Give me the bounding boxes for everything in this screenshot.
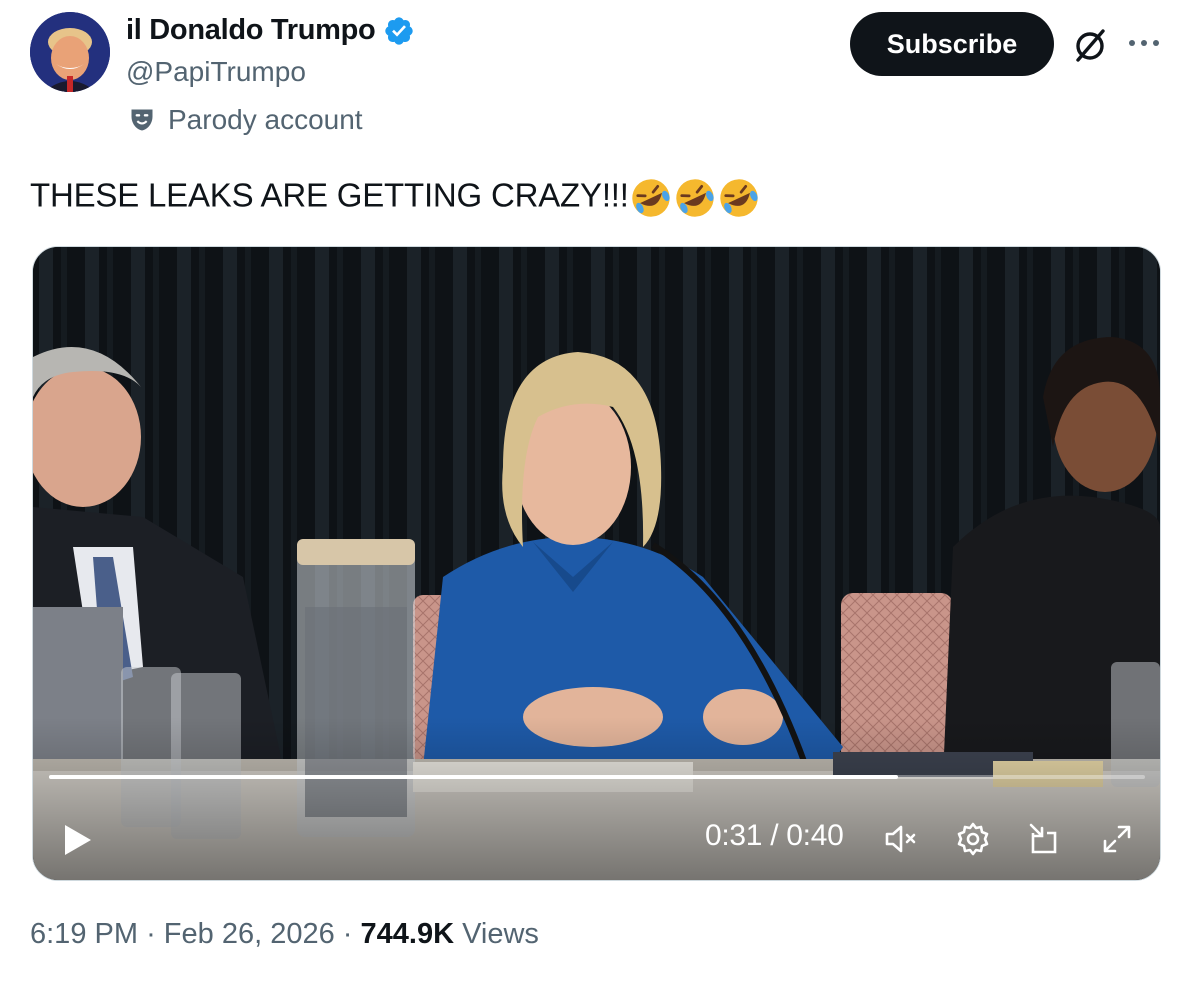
- tweet-body: THESE LEAKS ARE GETTING CRAZY!!!: [30, 176, 629, 214]
- grok-icon[interactable]: [1068, 24, 1112, 68]
- parody-label: Parody account: [128, 104, 363, 136]
- fullscreen-icon[interactable]: [1097, 819, 1137, 859]
- handle[interactable]: @PapiTrumpo: [126, 56, 306, 88]
- video-player[interactable]: 0:31 / 0:40: [32, 246, 1161, 881]
- parody-text: Parody account: [168, 104, 363, 135]
- views-count: 744.9K: [360, 918, 455, 950]
- subscribe-button[interactable]: Subscribe: [850, 12, 1054, 76]
- rofl-emoji-icon: [632, 179, 670, 217]
- picture-in-picture-icon[interactable]: [1025, 819, 1065, 859]
- progress-bar[interactable]: [49, 775, 1145, 779]
- theater-mask-icon: [131, 109, 153, 131]
- tweet-meta: 6:19 PM · Feb 26, 2026 · 744.9K Views: [30, 918, 539, 951]
- verified-badge-icon: [385, 16, 414, 45]
- rofl-emoji-icon: [720, 179, 758, 217]
- views-label: Views: [462, 918, 539, 950]
- more-icon[interactable]: [1126, 28, 1162, 58]
- avatar-image: [30, 12, 110, 92]
- tweet-text: THESE LEAKS ARE GETTING CRAZY!!!: [30, 176, 761, 220]
- tweet-date[interactable]: Feb 26, 2026: [164, 918, 335, 950]
- progress-fill: [49, 775, 899, 779]
- settings-icon[interactable]: [953, 819, 993, 859]
- play-icon[interactable]: [61, 823, 95, 857]
- avatar[interactable]: [30, 12, 110, 92]
- tweet-time[interactable]: 6:19 PM: [30, 918, 138, 950]
- rofl-emoji-icon: [676, 179, 714, 217]
- separator: ·: [342, 918, 353, 950]
- mute-icon[interactable]: [881, 819, 921, 859]
- video-time: 0:31 / 0:40: [705, 819, 844, 852]
- separator: ·: [146, 918, 156, 950]
- display-name[interactable]: il Donaldo Trumpo: [126, 14, 376, 47]
